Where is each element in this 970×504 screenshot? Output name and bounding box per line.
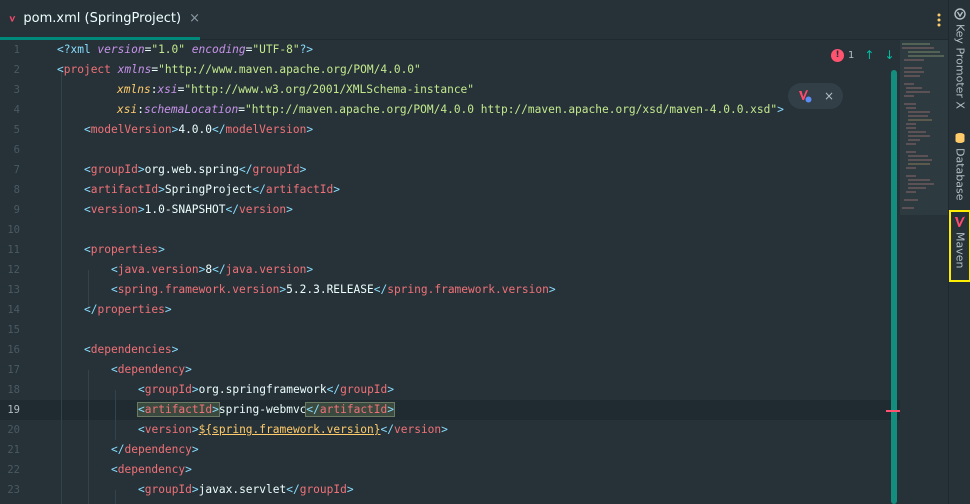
maven-reload-icon[interactable] (798, 89, 812, 103)
indent-guide (88, 370, 89, 504)
line-number: 2 (13, 64, 20, 76)
tool-window-maven[interactable]: Maven (949, 210, 970, 282)
code-line-2: <project xmlns="http://www.maven.apache.… (57, 63, 421, 76)
tab-pom-xml[interactable]: pom.xml (SpringProject) × (0, 0, 200, 40)
line-number: 3 (13, 84, 20, 96)
code-line-16: <dependencies> (84, 343, 179, 356)
indent-guide (115, 390, 116, 440)
tool-window-database[interactable]: Database (949, 132, 970, 201)
line-number: 4 (13, 104, 20, 116)
line-number: 8 (13, 184, 20, 196)
error-icon[interactable]: ! (831, 48, 844, 62)
maven-icon (955, 216, 965, 227)
line-number-gutter[interactable]: 1 2 3 4 5 6 7 8 9 10 11 12 13 14 15 16 1… (0, 40, 36, 504)
right-tool-window-bar: Key Promoter X Database Maven (948, 0, 970, 504)
code-line-17: <dependency> (111, 363, 192, 376)
maven-label: Maven (953, 232, 967, 269)
database-icon (955, 133, 965, 143)
line-number: 20 (7, 424, 20, 436)
code-line-18: <groupId>org.springframework</groupId> (138, 383, 395, 396)
maven-icon (9, 15, 16, 22)
line-number: 14 (7, 304, 20, 316)
line-number: 22 (7, 464, 20, 476)
line-number: 9 (13, 204, 20, 216)
previous-problem-icon[interactable]: ↑ (864, 48, 874, 62)
code-line-23: <groupId>javax.servlet</groupId> (138, 483, 354, 496)
key-promoter-icon (954, 8, 966, 20)
code-line-22: <dependency> (111, 463, 192, 476)
editor-tab-bar: pom.xml (SpringProject) × (0, 0, 948, 40)
code-editor[interactable]: <?xml version="1.0" encoding="UTF-8"?> <… (0, 40, 900, 504)
code-line-8: <artifactId>SpringProject</artifactId> (84, 183, 341, 196)
line-number: 16 (7, 344, 20, 356)
code-line-14: </properties> (84, 303, 172, 316)
close-popup-icon[interactable]: × (824, 89, 834, 103)
indent-guide (115, 490, 116, 504)
indent-guide (61, 70, 62, 504)
line-number: 11 (7, 244, 20, 256)
vertical-scrollbar[interactable] (891, 70, 897, 504)
code-line-12: <java.version>8</java.version> (111, 263, 314, 276)
code-line-3: xmlns:xsi="http://www.w3.org/2001/XMLSch… (117, 83, 475, 96)
code-line-21: </dependency> (111, 443, 199, 456)
tab-close-icon[interactable]: × (189, 11, 200, 26)
line-number: 12 (7, 264, 20, 276)
tool-window-key-promoter[interactable]: Key Promoter X (949, 8, 970, 109)
next-problem-icon[interactable]: ↓ (884, 48, 894, 62)
line-number: 23 (7, 484, 20, 496)
code-line-13: <spring.framework.version>5.2.3.RELEASE<… (111, 283, 556, 296)
maven-reload-popup: × (788, 83, 843, 109)
line-number: 21 (7, 444, 20, 456)
code-line-20: <version>${spring.framework.version}</ve… (138, 423, 448, 436)
code-line-1: <?xml version="1.0" encoding="UTF-8"?> (57, 43, 314, 56)
tab-title: pom.xml (SpringProject) (23, 11, 182, 26)
database-label: Database (953, 148, 967, 201)
more-options-icon[interactable] (933, 12, 945, 28)
line-number: 13 (7, 284, 20, 296)
line-number: 17 (7, 364, 20, 376)
line-number: 18 (7, 384, 20, 396)
code-line-11: <properties> (84, 243, 165, 256)
current-line-highlight (0, 400, 900, 420)
line-number: 10 (7, 224, 20, 236)
code-line-9: <version>1.0-SNAPSHOT</version> (84, 203, 293, 216)
line-number: 7 (13, 164, 20, 176)
code-minimap[interactable] (900, 40, 948, 215)
code-line-4: xsi:schemaLocation="http://maven.apache.… (117, 103, 784, 116)
line-number: 1 (13, 44, 20, 56)
code-line-5: <modelVersion>4.0.0</modelVersion> (84, 123, 314, 136)
line-number-current: 19 (7, 404, 20, 416)
line-number: 6 (13, 144, 20, 156)
error-stripe-marker[interactable] (886, 410, 900, 412)
key-promoter-label: Key Promoter X (953, 24, 967, 109)
inspection-widget[interactable]: ! 1 ↑ ↓ (831, 47, 897, 63)
code-line-7: <groupId>org.web.spring</groupId> (84, 163, 307, 176)
code-line-19: <artifactId>spring-webmvc</artifactId> (137, 402, 396, 417)
line-number: 15 (7, 324, 20, 336)
error-count: 1 (848, 49, 855, 61)
line-number: 5 (13, 124, 20, 136)
